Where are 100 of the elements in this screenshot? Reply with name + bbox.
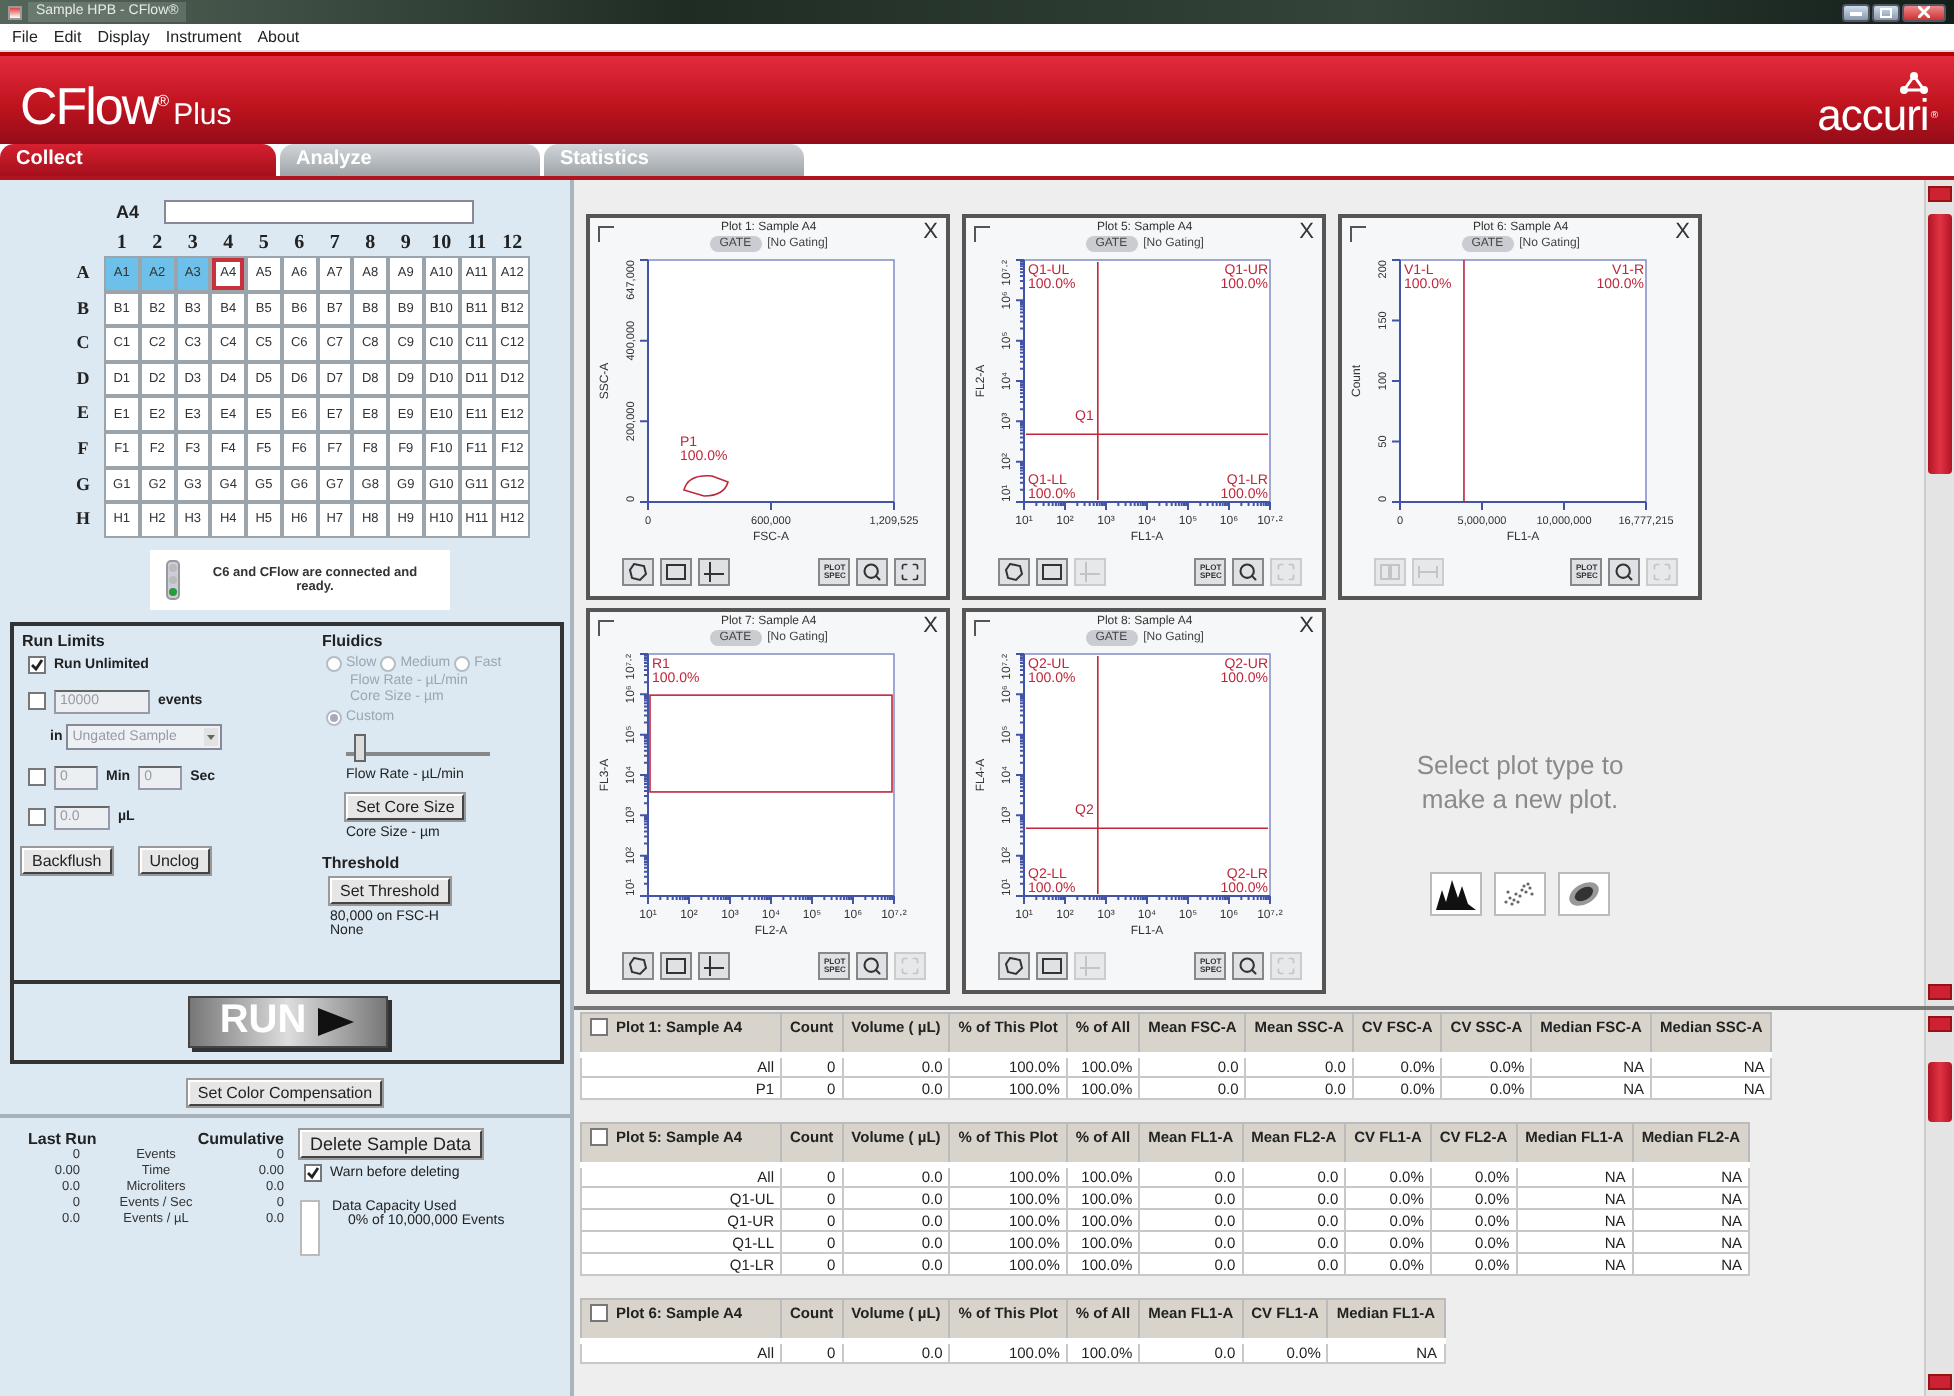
column-heading: Last Run (28, 1129, 97, 1148)
polygon-tool-button[interactable] (622, 557, 654, 585)
app-icon (8, 5, 22, 19)
histogram-icon (1436, 877, 1476, 909)
set-threshold-button[interactable]: Set Threshold (330, 877, 450, 904)
polygon-gate[interactable] (683, 475, 729, 497)
column-number: 7 (327, 230, 342, 256)
fit-tool-button[interactable] (894, 557, 926, 585)
minimize-icon (1850, 9, 1862, 15)
density-plot-icon (1564, 877, 1604, 909)
menu-item[interactable]: About (249, 28, 308, 46)
close-button[interactable]: X (923, 222, 938, 244)
close-button[interactable]: X (1299, 616, 1314, 638)
column-number: 10 (429, 230, 454, 256)
quadrant-tool-button[interactable] (698, 951, 730, 979)
rectangle-tool-button[interactable] (660, 557, 692, 585)
horizontal-gate-line[interactable] (1025, 827, 1269, 830)
search-icon (1614, 561, 1634, 581)
caret-icon (204, 727, 219, 746)
horizontal-gate-line[interactable] (1025, 433, 1269, 436)
play-icon (318, 1007, 355, 1036)
menu-item[interactable]: Instrument (157, 28, 250, 46)
close-window-button[interactable] (1902, 3, 1946, 21)
plot-checkbox[interactable] (974, 620, 990, 636)
polygon-tool-button[interactable] (622, 951, 654, 979)
polygon-tool-button[interactable] (998, 557, 1030, 585)
minimize-button[interactable] (1842, 3, 1870, 21)
rectangle-icon (666, 957, 686, 973)
section-heading: Run Limits (22, 631, 107, 650)
row-letter: F (75, 435, 91, 462)
row-letter: E (74, 400, 91, 427)
close-button[interactable]: X (1675, 222, 1690, 244)
column-number: 2 (150, 230, 165, 256)
checkbox[interactable] (28, 655, 46, 674)
table-checkbox[interactable] (590, 1128, 608, 1146)
plot-checkbox[interactable] (974, 226, 990, 242)
table-checkbox[interactable] (590, 1018, 608, 1036)
fit-icon (1276, 955, 1296, 975)
column-number: 4 (221, 230, 236, 256)
maximize-button[interactable] (1872, 3, 1900, 21)
histogram-plot-button[interactable] (1430, 871, 1482, 915)
tab[interactable]: Collect (0, 144, 276, 176)
range-icon (1418, 565, 1438, 577)
zoom-tool-button[interactable] (856, 557, 888, 585)
column-number: 8 (363, 230, 378, 256)
row-letter: G (73, 471, 92, 498)
column-number: 11 (465, 230, 489, 256)
zoom-tool-button[interactable] (1232, 951, 1264, 979)
polygon-icon (628, 955, 648, 975)
search-icon (1238, 561, 1258, 581)
menu-item[interactable]: File (4, 28, 46, 46)
polygon-icon (1004, 955, 1024, 975)
range-gate[interactable] (649, 694, 893, 793)
rectangle-tool-button[interactable] (1036, 951, 1068, 979)
action-button[interactable]: Backflush (22, 847, 112, 874)
rectangle-tool-button[interactable] (1036, 557, 1068, 585)
density-plot-button[interactable] (1558, 871, 1610, 915)
split-icon (1380, 563, 1400, 579)
close-button[interactable]: X (923, 616, 938, 638)
quadrant-icon (1080, 955, 1100, 975)
menu-item[interactable]: Display (89, 28, 158, 46)
scroll-thumb[interactable] (1928, 214, 1952, 474)
zoom-tool-button[interactable] (1608, 557, 1640, 585)
registered-mark: ® (157, 92, 170, 110)
plot-checkbox[interactable] (598, 226, 614, 242)
plot-checkbox[interactable] (598, 620, 614, 636)
logo-icon (1900, 72, 1929, 94)
polygon-tool-button[interactable] (998, 951, 1030, 979)
dot-plot-button[interactable] (1494, 871, 1546, 915)
plot-checkbox[interactable] (1350, 226, 1366, 242)
column-number: 6 (292, 230, 307, 256)
scrollbar[interactable] (1924, 1010, 1954, 1396)
checkbox[interactable] (28, 768, 46, 787)
zoom-tool-button[interactable] (856, 951, 888, 979)
row-letter: H (73, 506, 92, 533)
close-icon (1918, 6, 1930, 18)
close-button[interactable]: X (1299, 222, 1314, 244)
menu-item[interactable]: Edit (45, 28, 90, 46)
checkbox[interactable] (304, 1163, 322, 1182)
quadrant-icon (1080, 561, 1100, 581)
delete-data-button[interactable]: Delete Sample Data (300, 1129, 482, 1158)
section-heading: Fluidics (322, 631, 385, 650)
action-button[interactable]: Unclog (139, 847, 210, 874)
marker-line[interactable] (1463, 259, 1465, 503)
quadrant-tool-button[interactable] (698, 557, 730, 585)
fit-icon (1276, 561, 1296, 581)
checkbox[interactable] (28, 692, 46, 711)
quadrant-icon (704, 561, 724, 581)
table-checkbox[interactable] (590, 1304, 608, 1322)
fit-icon (900, 955, 920, 975)
checkbox[interactable] (28, 808, 46, 827)
column-number: 9 (398, 230, 413, 256)
scroll-thumb[interactable] (1928, 1062, 1952, 1122)
fit-icon (900, 561, 920, 581)
color-compensation-button[interactable]: Set Color Compensation (187, 1079, 383, 1106)
sample-name-field[interactable] (163, 199, 474, 223)
zoom-tool-button[interactable] (1232, 557, 1264, 585)
rectangle-tool-button[interactable] (660, 951, 692, 979)
flow-slider[interactable] (346, 731, 490, 756)
scrollbar[interactable] (1924, 180, 1954, 1006)
